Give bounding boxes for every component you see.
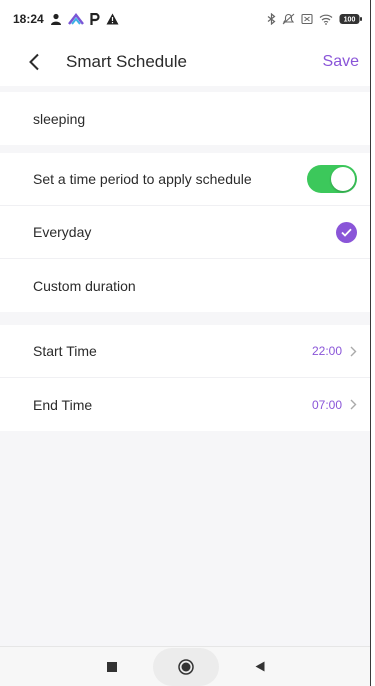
status-right: 100	[267, 13, 363, 25]
home-button[interactable]	[152, 647, 219, 686]
home-circle-icon	[177, 658, 194, 675]
schedule-name: sleeping	[33, 110, 86, 127]
chevron-left-icon	[29, 53, 39, 71]
system-nav-bar	[0, 646, 370, 686]
schedule-name-card: sleeping	[0, 92, 370, 145]
chevron-right-icon	[350, 346, 357, 356]
page-title: Smart Schedule	[66, 52, 187, 71]
parking-icon	[90, 13, 100, 25]
app-screen: 18:24 100 Smart Schedule Save sleeping S…	[0, 0, 371, 686]
back-nav-button[interactable]	[255, 661, 265, 672]
end-time-row[interactable]: End Time 07:00	[0, 378, 370, 431]
time-period-row: Set a time period to apply schedule	[0, 153, 370, 206]
start-time-value-group: 22:00	[312, 344, 357, 358]
custom-duration-label: Custom duration	[33, 277, 136, 294]
end-time-label: End Time	[33, 396, 93, 413]
status-time: 18:24	[13, 12, 44, 26]
times-card: Start Time 22:00 End Time 07:00	[0, 325, 370, 431]
app-icon	[67, 13, 84, 25]
end-time-value: 07:00	[311, 397, 342, 412]
check-icon	[336, 221, 357, 243]
status-left: 18:24	[13, 12, 119, 26]
chevron-right-icon	[350, 399, 357, 410]
start-time-value: 22:00	[311, 344, 342, 358]
wifi-icon	[319, 13, 333, 25]
save-button[interactable]: Save	[323, 53, 361, 71]
recents-square-icon	[106, 661, 117, 672]
everyday-label: Everyday	[33, 224, 92, 240]
app-header: Smart Schedule Save	[0, 38, 370, 86]
schedule-name-row[interactable]: sleeping	[0, 92, 370, 145]
back-button[interactable]	[28, 51, 50, 73]
time-period-label: Set a time period to apply schedule	[33, 171, 252, 187]
everyday-option[interactable]: Everyday	[0, 206, 370, 259]
recents-button[interactable]	[106, 661, 117, 672]
warning-icon	[106, 13, 119, 25]
start-time-label: Start Time	[33, 343, 97, 359]
end-time-value-group: 07:00	[312, 398, 357, 412]
toggle-knob	[331, 167, 355, 191]
time-period-card: Set a time period to apply schedule Ever…	[0, 153, 370, 312]
battery-level: 100	[344, 17, 356, 24]
battery-icon: 100	[339, 13, 363, 25]
bluetooth-icon	[267, 13, 276, 25]
sim-icon	[301, 13, 313, 25]
status-bar: 18:24 100	[0, 0, 370, 38]
back-triangle-icon	[255, 661, 264, 672]
start-time-row[interactable]: Start Time 22:00	[0, 325, 370, 378]
mute-icon	[282, 13, 295, 25]
custom-duration-option[interactable]: Custom duration	[0, 259, 370, 312]
person-icon	[50, 13, 62, 25]
time-period-toggle[interactable]	[307, 165, 357, 193]
